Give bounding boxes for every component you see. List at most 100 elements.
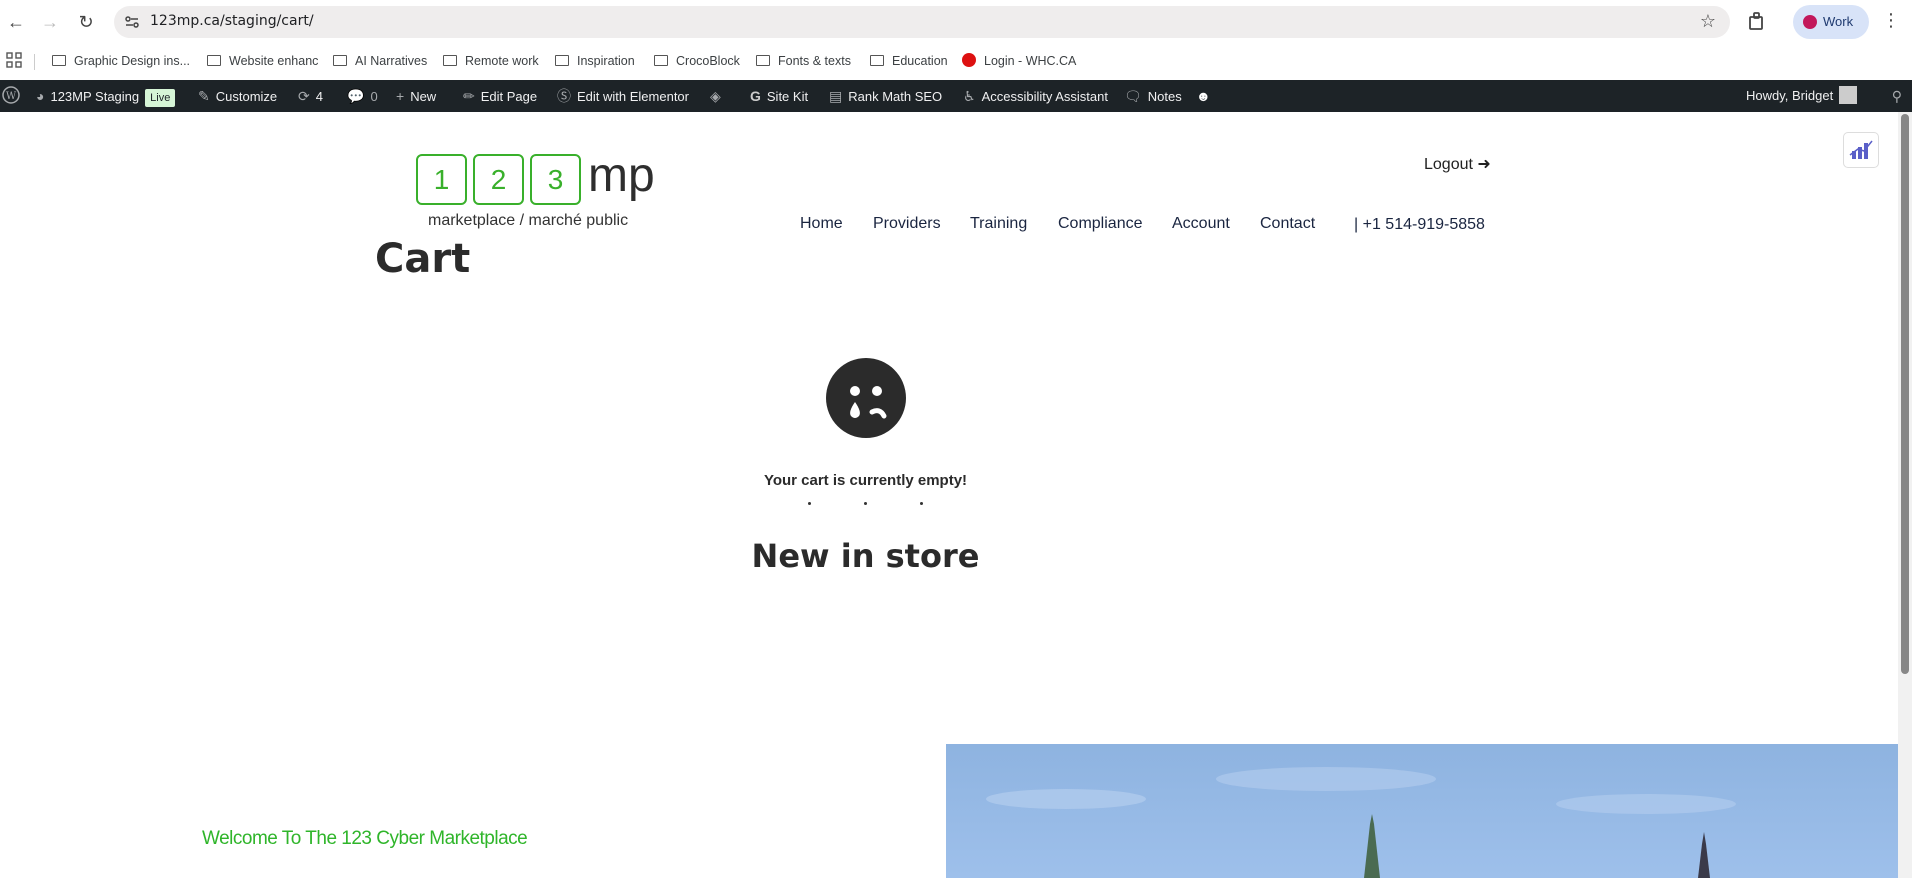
svg-text:W: W — [6, 91, 17, 102]
wp-accessibility-label: Accessibility Assistant — [981, 89, 1108, 104]
wp-admin-bar: W ◕ 123MP Staging Live ✎ Customize ⟳ 4 💬 0 + N… — [0, 80, 1912, 112]
whc-favicon-icon — [962, 53, 976, 67]
welcome-heading: Welcome To The 123 Cyber Marketplace — [202, 828, 528, 849]
logo-wordmark: mp — [588, 149, 655, 202]
logout-label: Logout — [1424, 156, 1473, 173]
folder-icon — [52, 55, 66, 66]
profile-button[interactable]: Work — [1793, 5, 1869, 39]
bookmark-folder[interactable]: Education — [870, 50, 948, 72]
wp-updates-count: 4 — [315, 89, 323, 104]
address-bar[interactable]: 123mp.ca/staging/cart/ ☆ — [114, 6, 1730, 38]
nav-training[interactable]: Training — [970, 215, 1027, 233]
smiley-icon: ☻ — [1196, 88, 1211, 104]
bookmark-folder[interactable]: Fonts & texts — [756, 50, 851, 72]
bookmark-folder[interactable]: CrocoBlock — [654, 50, 740, 72]
nav-home[interactable]: Home — [800, 215, 843, 233]
logo-digit: 2 — [473, 154, 524, 205]
accessibility-icon: ♿ — [963, 88, 976, 104]
wp-site-kit-label: Site Kit — [766, 89, 809, 104]
page-content: 1 2 3 mp marketplace / marché public Log… — [0, 112, 1898, 878]
accessibility-widget-button[interactable] — [1843, 132, 1879, 168]
accessibility-chart-icon — [1849, 140, 1873, 159]
wp-howdy[interactable]: Howdy, Bridget — [1746, 80, 1858, 112]
folder-icon — [756, 55, 770, 66]
pencil-icon: ✏ — [463, 88, 475, 104]
bookmark-label: AI Narratives — [355, 54, 428, 68]
folder-icon — [870, 55, 884, 66]
back-icon[interactable]: ← — [4, 10, 28, 34]
browser-menu-icon[interactable]: ⋮ — [1882, 10, 1900, 31]
bookmark-folder[interactable]: AI Narratives — [333, 50, 427, 72]
bookmark-label: Graphic Design ins... — [74, 54, 191, 68]
live-badge: Live — [145, 89, 176, 107]
nav-compliance[interactable]: Compliance — [1058, 215, 1142, 233]
wp-customize[interactable]: ✎ Customize — [198, 80, 277, 112]
rank-math-icon: ▤ — [829, 88, 843, 104]
wp-edit-page[interactable]: ✏ Edit Page — [463, 80, 537, 112]
bookmark-label: Website enhanc — [229, 54, 319, 68]
logo-digit: 3 — [530, 154, 581, 205]
bookmark-label: Fonts & texts — [778, 54, 851, 68]
site-settings-icon[interactable] — [124, 14, 140, 30]
nav-account[interactable]: Account — [1172, 215, 1230, 233]
wp-updates[interactable]: ⟳ 4 — [298, 80, 323, 112]
logout-link[interactable]: Logout ➜ — [1424, 154, 1491, 174]
bookmark-link[interactable]: Login - WHC.CA — [962, 50, 1076, 72]
wp-diamond[interactable]: ◈ — [710, 80, 727, 112]
phone-number[interactable]: | +1 514-919-5858 — [1354, 216, 1485, 234]
extensions-icon[interactable] — [1745, 10, 1769, 34]
wp-edit-elementor-label: Edit with Elementor — [577, 89, 689, 104]
wp-comments[interactable]: 💬 0 — [347, 80, 378, 112]
wp-site-name[interactable]: ◕ 123MP Staging Live — [36, 80, 176, 112]
bookmark-label: Inspiration — [577, 54, 635, 68]
scrollbar[interactable] — [1898, 112, 1912, 878]
profile-avatar-icon — [1803, 15, 1817, 29]
wp-new[interactable]: + New — [396, 80, 436, 112]
wp-site-name-label: 123MP Staging — [50, 89, 140, 104]
forward-icon[interactable]: → — [38, 10, 62, 34]
avatar — [1839, 86, 1858, 104]
wp-emoji[interactable]: ☻ — [1196, 80, 1217, 112]
bookmark-star-icon[interactable]: ☆ — [1700, 11, 1716, 32]
bookmark-folder[interactable]: Inspiration — [555, 50, 635, 72]
wp-notes-label: Notes — [1147, 89, 1182, 104]
wordpress-logo-icon[interactable]: W — [2, 80, 20, 112]
nav-contact[interactable]: Contact — [1260, 215, 1315, 233]
logo-digit: 1 — [416, 154, 467, 205]
google-g-icon: G — [750, 88, 761, 104]
nav-providers[interactable]: Providers — [873, 215, 941, 233]
bookmark-folder[interactable]: Website enhanc — [207, 50, 318, 72]
cart-empty-message: Your cart is currently empty! — [763, 472, 968, 489]
folder-icon — [654, 55, 668, 66]
wp-site-kit[interactable]: G Site Kit — [750, 80, 808, 112]
bookmarks-divider — [34, 54, 35, 70]
wp-rank-math[interactable]: ▤ Rank Math SEO — [829, 80, 942, 112]
scrollbar-thumb[interactable] — [1901, 114, 1909, 674]
wp-new-label: New — [410, 89, 437, 104]
diamond-icon: ◈ — [710, 88, 721, 104]
folder-icon — [333, 55, 347, 66]
wp-accessibility[interactable]: ♿ Accessibility Assistant — [963, 80, 1108, 112]
brush-icon: ✎ — [198, 88, 210, 104]
wp-rank-math-label: Rank Math SEO — [848, 89, 943, 104]
updates-icon: ⟳ — [298, 88, 310, 104]
wp-notes[interactable]: 🗨 Notes — [1124, 80, 1182, 112]
apps-grid-icon[interactable] — [6, 52, 22, 68]
browser-toolbar: ← → ↻ 123mp.ca/staging/cart/ ☆ Work ⋮ — [0, 0, 1912, 44]
loading-dots — [808, 502, 928, 508]
logo-tagline: marketplace / marché public — [428, 212, 629, 229]
url-text[interactable]: 123mp.ca/staging/cart/ — [150, 13, 314, 29]
wp-customize-label: Customize — [215, 89, 278, 104]
wp-edit-page-label: Edit Page — [480, 89, 538, 104]
wp-howdy-label: Howdy, Bridget — [1746, 88, 1834, 103]
reload-icon[interactable]: ↻ — [74, 10, 98, 34]
bookmark-folder[interactable]: Graphic Design ins... — [52, 50, 190, 72]
search-icon[interactable]: ⚲ — [1892, 88, 1902, 105]
bookmark-label: Remote work — [465, 54, 539, 68]
dashboard-icon: ◕ — [36, 88, 45, 104]
bookmark-folder[interactable]: Remote work — [443, 50, 539, 72]
bookmarks-bar: Graphic Design ins... Website enhanc AI … — [0, 44, 1912, 80]
bookmark-label: Login - WHC.CA — [984, 54, 1077, 68]
hero-image — [946, 744, 1898, 878]
wp-edit-elementor[interactable]: Ⓢ Edit with Elementor — [557, 80, 689, 112]
